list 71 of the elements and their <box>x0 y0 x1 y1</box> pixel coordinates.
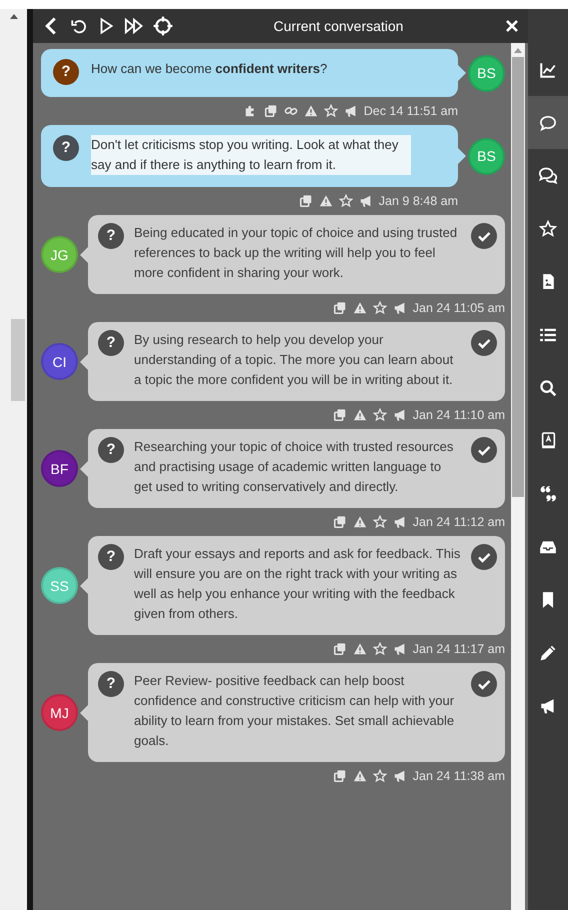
question-button[interactable]: ? <box>98 544 124 570</box>
warning-icon[interactable] <box>304 104 318 118</box>
user-avatar: SS <box>41 567 78 604</box>
question-button[interactable]: ? <box>98 330 124 356</box>
message-text: Researching your topic of choice with trusted resources and practising usage of academic written language to get used to writing conservatively and directly. <box>134 438 454 496</box>
quote-icon[interactable] <box>539 484 557 502</box>
scrollbar-thumb[interactable] <box>10 319 24 401</box>
sidebar-item[interactable] <box>528 96 568 149</box>
check-icon[interactable] <box>471 330 497 356</box>
warning-icon[interactable] <box>352 301 367 315</box>
message-text: How can we become confident writers? <box>91 60 328 78</box>
message-time: Jan 24 11:05 am <box>412 301 505 315</box>
chart-icon[interactable] <box>539 60 557 78</box>
fast-forward-icon[interactable] <box>124 16 144 36</box>
message-text: By using research to help you develop your understanding of a topic. The more you can learn about a topic the more confident you will be in writing about it. <box>134 331 454 389</box>
star-icon[interactable] <box>372 769 387 783</box>
message-time: Dec 14 11:51 am <box>364 104 458 118</box>
link-icon[interactable] <box>284 104 298 118</box>
message-time: Jan 24 11:38 am <box>412 769 505 783</box>
warning-icon[interactable] <box>352 769 367 783</box>
scroll-up-icon[interactable] <box>10 13 18 19</box>
copy-icon[interactable] <box>332 408 347 422</box>
user-avatar: BS <box>468 138 505 174</box>
warning-icon[interactable] <box>352 515 367 529</box>
message-text: Don't let criticisms stop you writing. Look at what they say and if there is anything to learn from it. <box>91 135 411 175</box>
message-time: Jan 9 8:48 am <box>378 194 458 208</box>
check-icon[interactable] <box>471 544 497 570</box>
star-icon[interactable] <box>372 515 387 529</box>
message-text: Draft your essays and reports and ask for feedback. This will ensure you are on the right track with your writing as well as help you enhance your writing with the feedback given from others. <box>134 545 461 623</box>
check-icon[interactable] <box>471 671 497 697</box>
check-icon[interactable] <box>471 437 497 463</box>
undo-icon[interactable] <box>70 17 88 35</box>
question-button[interactable]: ? <box>53 59 79 85</box>
pencil-icon[interactable] <box>539 644 557 662</box>
message-time: Jan 24 11:12 am <box>412 515 505 529</box>
user-avatar: JG <box>41 236 78 273</box>
user-avatar: CI <box>41 343 78 380</box>
window-title: Current conversation <box>272 18 404 34</box>
star-icon[interactable] <box>372 301 387 315</box>
address-book-icon[interactable] <box>540 432 556 449</box>
star-icon[interactable] <box>324 104 338 118</box>
question-button[interactable]: ? <box>98 223 124 249</box>
copy-icon[interactable] <box>332 515 347 529</box>
star-icon[interactable] <box>338 194 353 208</box>
copy-icon[interactable] <box>332 769 347 783</box>
user-avatar: BF <box>41 450 78 487</box>
warning-icon[interactable] <box>352 408 367 422</box>
chat-icon[interactable] <box>539 114 557 132</box>
message-text: Peer Review- positive feedback can help boost confidence and constructive criticism can help with your ability to learn from your mistakes. Set small achievable goals. <box>134 672 456 750</box>
message-time: Jan 24 11:17 am <box>412 642 505 656</box>
copy-icon[interactable] <box>332 301 347 315</box>
warning-icon[interactable] <box>318 194 333 208</box>
copy-icon[interactable] <box>332 642 347 656</box>
search-icon[interactable] <box>539 378 557 396</box>
warning-icon[interactable] <box>352 642 367 656</box>
user-avatar: MJ <box>41 694 78 731</box>
question-button[interactable]: ? <box>98 671 124 697</box>
crosshair-icon[interactable] <box>153 16 173 36</box>
message-text: Being educated in your topic of choice and using trusted references to back up the writing will help you to feel more confident in sharing your work. <box>134 224 458 282</box>
user-avatar: BS <box>468 54 505 92</box>
scrollbar-thumb[interactable] <box>512 57 524 497</box>
question-button[interactable]: ? <box>98 437 124 463</box>
message-time: Jan 24 11:10 am <box>412 408 505 422</box>
chats-icon[interactable] <box>538 166 558 186</box>
question-button[interactable]: ? <box>53 135 79 161</box>
copy-icon[interactable] <box>264 104 278 118</box>
star-icon[interactable] <box>372 408 387 422</box>
copy-icon[interactable] <box>298 194 313 208</box>
check-icon[interactable] <box>471 223 497 249</box>
close-icon[interactable] <box>504 18 520 34</box>
star-icon[interactable] <box>372 642 387 656</box>
